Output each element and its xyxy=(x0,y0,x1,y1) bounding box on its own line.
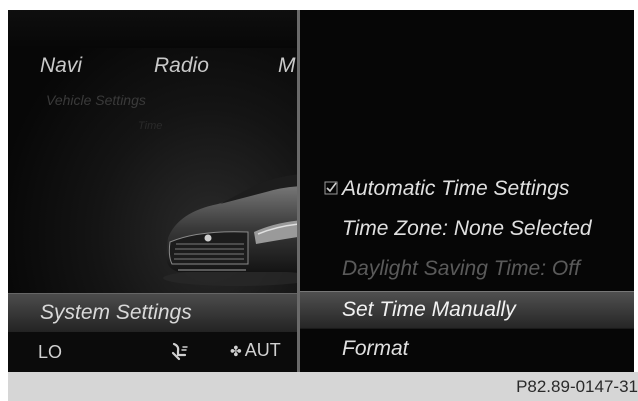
status-bar: LO ✤ AUT xyxy=(8,332,297,372)
temperature-left[interactable]: LO xyxy=(38,342,62,363)
fan-icon: ✤ xyxy=(230,343,242,359)
menu-item-navi[interactable]: Navi xyxy=(40,54,82,78)
figure-reference: P82.89-0147-31 xyxy=(516,377,638,396)
daylight-saving-time-item: Daylight Saving Time: Off xyxy=(342,257,580,280)
system-settings-menu[interactable]: System Settings xyxy=(8,293,297,332)
fan-mode: AUT xyxy=(244,340,281,360)
faded-submenu-subtitle: Time xyxy=(138,120,163,132)
left-panel: Navi Radio M Vehicle Settings Time Syste… xyxy=(8,10,297,372)
format-item[interactable]: Format xyxy=(342,337,409,361)
figure-footer: P82.89-0147-31 xyxy=(8,372,638,401)
main-menu-bar: Navi Radio M xyxy=(8,54,297,86)
set-time-manually-label: Set Time Manually xyxy=(342,298,516,321)
seat-airflow-icon[interactable] xyxy=(170,341,190,363)
automatic-time-settings-item[interactable]: Automatic Time Settings xyxy=(342,177,569,201)
faded-submenu-title: Vehicle Settings xyxy=(46,92,146,108)
checkbox-checked-icon[interactable] xyxy=(324,181,338,195)
menu-item-media[interactable]: M xyxy=(278,54,296,78)
menu-item-radio[interactable]: Radio xyxy=(154,54,209,78)
time-zone-item[interactable]: Time Zone: None Selected xyxy=(342,217,592,241)
fan-control[interactable]: ✤ AUT xyxy=(230,340,281,362)
car-image xyxy=(163,174,297,286)
set-time-manually-item[interactable]: Set Time Manually xyxy=(300,291,634,329)
system-settings-label: System Settings xyxy=(40,301,192,324)
time-settings-menu: Automatic Time Settings Time Zone: None … xyxy=(300,10,634,372)
display-screen: Navi Radio M Vehicle Settings Time Syste… xyxy=(8,10,634,372)
top-band xyxy=(8,10,297,48)
